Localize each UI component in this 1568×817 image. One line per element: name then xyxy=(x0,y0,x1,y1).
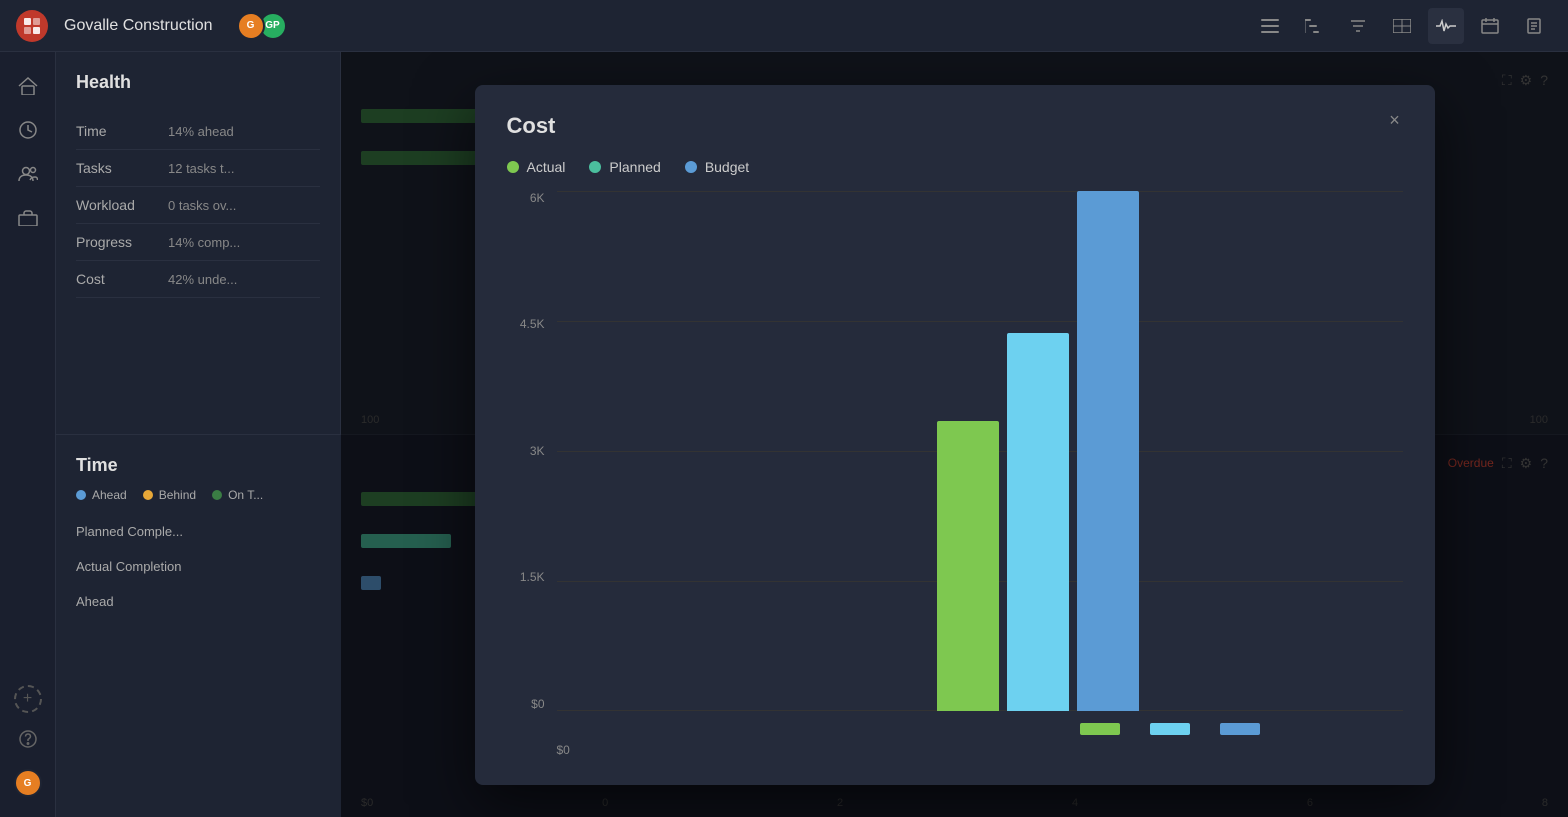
health-time-value: 14% ahead xyxy=(168,124,234,139)
health-progress-label: Progress xyxy=(76,234,156,250)
sidebar-people[interactable] xyxy=(10,156,46,192)
x-axis-labels xyxy=(557,723,1403,735)
health-cost-label: Cost xyxy=(76,271,156,287)
cost-modal: Cost × Actual Planned Budget xyxy=(475,85,1435,785)
top-nav: Govalle Construction G GP xyxy=(0,0,1568,52)
health-workload-value: 0 tasks ov... xyxy=(168,198,236,213)
filter-btn[interactable] xyxy=(1340,8,1376,44)
legend-budget: Budget xyxy=(685,159,749,175)
list-view-btn[interactable] xyxy=(1252,8,1288,44)
actual-bar-chart xyxy=(937,421,999,711)
gantt-view-btn[interactable] xyxy=(1296,8,1332,44)
time-section: Time Ahead Behind On T... Planned Comple… xyxy=(56,435,341,817)
budget-legend-dot xyxy=(685,161,697,173)
time-title: Time xyxy=(76,455,321,476)
main-content: + G Health Time 14% ahead Tasks 12 tasks… xyxy=(0,52,1568,817)
budget-bar-chart xyxy=(1077,191,1139,711)
time-rows: Planned Comple... Actual Completion Ahea… xyxy=(76,518,321,615)
planned-bar-chart xyxy=(1007,333,1069,711)
on-time-dot xyxy=(212,490,222,500)
sidebar-home[interactable] xyxy=(10,68,46,104)
table-view-btn[interactable] xyxy=(1384,8,1420,44)
legend-ahead: Ahead xyxy=(76,488,127,502)
app-logo xyxy=(16,10,48,42)
ahead-dot xyxy=(76,490,86,500)
sidebar-briefcase[interactable] xyxy=(10,200,46,236)
chart-container: 6K 4.5K 3K 1.5K $0 xyxy=(507,191,1403,711)
sidebar-help[interactable] xyxy=(10,721,46,757)
add-project-btn[interactable]: + xyxy=(14,685,42,713)
health-title: Health xyxy=(76,72,320,93)
avatar-group: G GP xyxy=(237,12,287,40)
sidebar-avatar[interactable]: G xyxy=(10,765,46,801)
x-bar-budget xyxy=(1220,723,1260,735)
actual-legend-dot xyxy=(507,161,519,173)
sidebar: + G xyxy=(0,52,56,817)
pulse-view-btn[interactable] xyxy=(1428,8,1464,44)
right-area: ⛶ ⚙ ? 1007550250255075100 xyxy=(341,52,1568,817)
health-tasks-value: 12 tasks t... xyxy=(168,161,234,176)
sidebar-bottom: + G xyxy=(10,685,46,801)
health-progress-row: Progress 14% comp... xyxy=(76,224,320,261)
health-tasks-label: Tasks xyxy=(76,160,156,176)
health-time-row: Time 14% ahead xyxy=(76,113,320,150)
nav-icons xyxy=(1252,8,1552,44)
document-view-btn[interactable] xyxy=(1516,8,1552,44)
behind-dot xyxy=(143,490,153,500)
legend-behind: Behind xyxy=(143,488,196,502)
left-panel: Health Time 14% ahead Tasks 12 tasks t..… xyxy=(56,52,341,817)
chart-legend: Actual Planned Budget xyxy=(507,159,1403,175)
modal-close-btn[interactable]: × xyxy=(1379,105,1411,137)
y-axis: 6K 4.5K 3K 1.5K $0 xyxy=(507,191,557,711)
bottom-x-label: $0 xyxy=(507,743,1403,757)
health-workload-row: Workload 0 tasks ov... xyxy=(76,187,320,224)
modal-overlay: Cost × Actual Planned Budget xyxy=(341,52,1568,817)
health-time-label: Time xyxy=(76,123,156,139)
x-bar-planned xyxy=(1150,723,1190,735)
health-cost-value: 42% unde... xyxy=(168,272,237,287)
time-row-planned: Planned Comple... xyxy=(76,518,321,545)
x-bar-actual xyxy=(1080,723,1120,735)
time-row-actual: Actual Completion xyxy=(76,553,321,580)
time-row-ahead: Ahead xyxy=(76,588,321,615)
calendar-view-btn[interactable] xyxy=(1472,8,1508,44)
health-workload-label: Workload xyxy=(76,197,156,213)
time-legend: Ahead Behind On T... xyxy=(76,488,321,502)
sidebar-time[interactable] xyxy=(10,112,46,148)
legend-actual: Actual xyxy=(507,159,566,175)
legend-on-time: On T... xyxy=(212,488,263,502)
project-title: Govalle Construction xyxy=(64,17,213,35)
health-cost-row: Cost 42% unde... xyxy=(76,261,320,298)
health-section: Health Time 14% ahead Tasks 12 tasks t..… xyxy=(56,52,341,434)
chart-body xyxy=(557,191,1403,711)
bars-group xyxy=(937,191,1139,711)
health-progress-value: 14% comp... xyxy=(168,235,240,250)
health-tasks-row: Tasks 12 tasks t... xyxy=(76,150,320,187)
modal-title: Cost xyxy=(507,113,1403,139)
planned-legend-dot xyxy=(589,161,601,173)
avatar-1: G xyxy=(237,12,265,40)
legend-planned: Planned xyxy=(589,159,660,175)
